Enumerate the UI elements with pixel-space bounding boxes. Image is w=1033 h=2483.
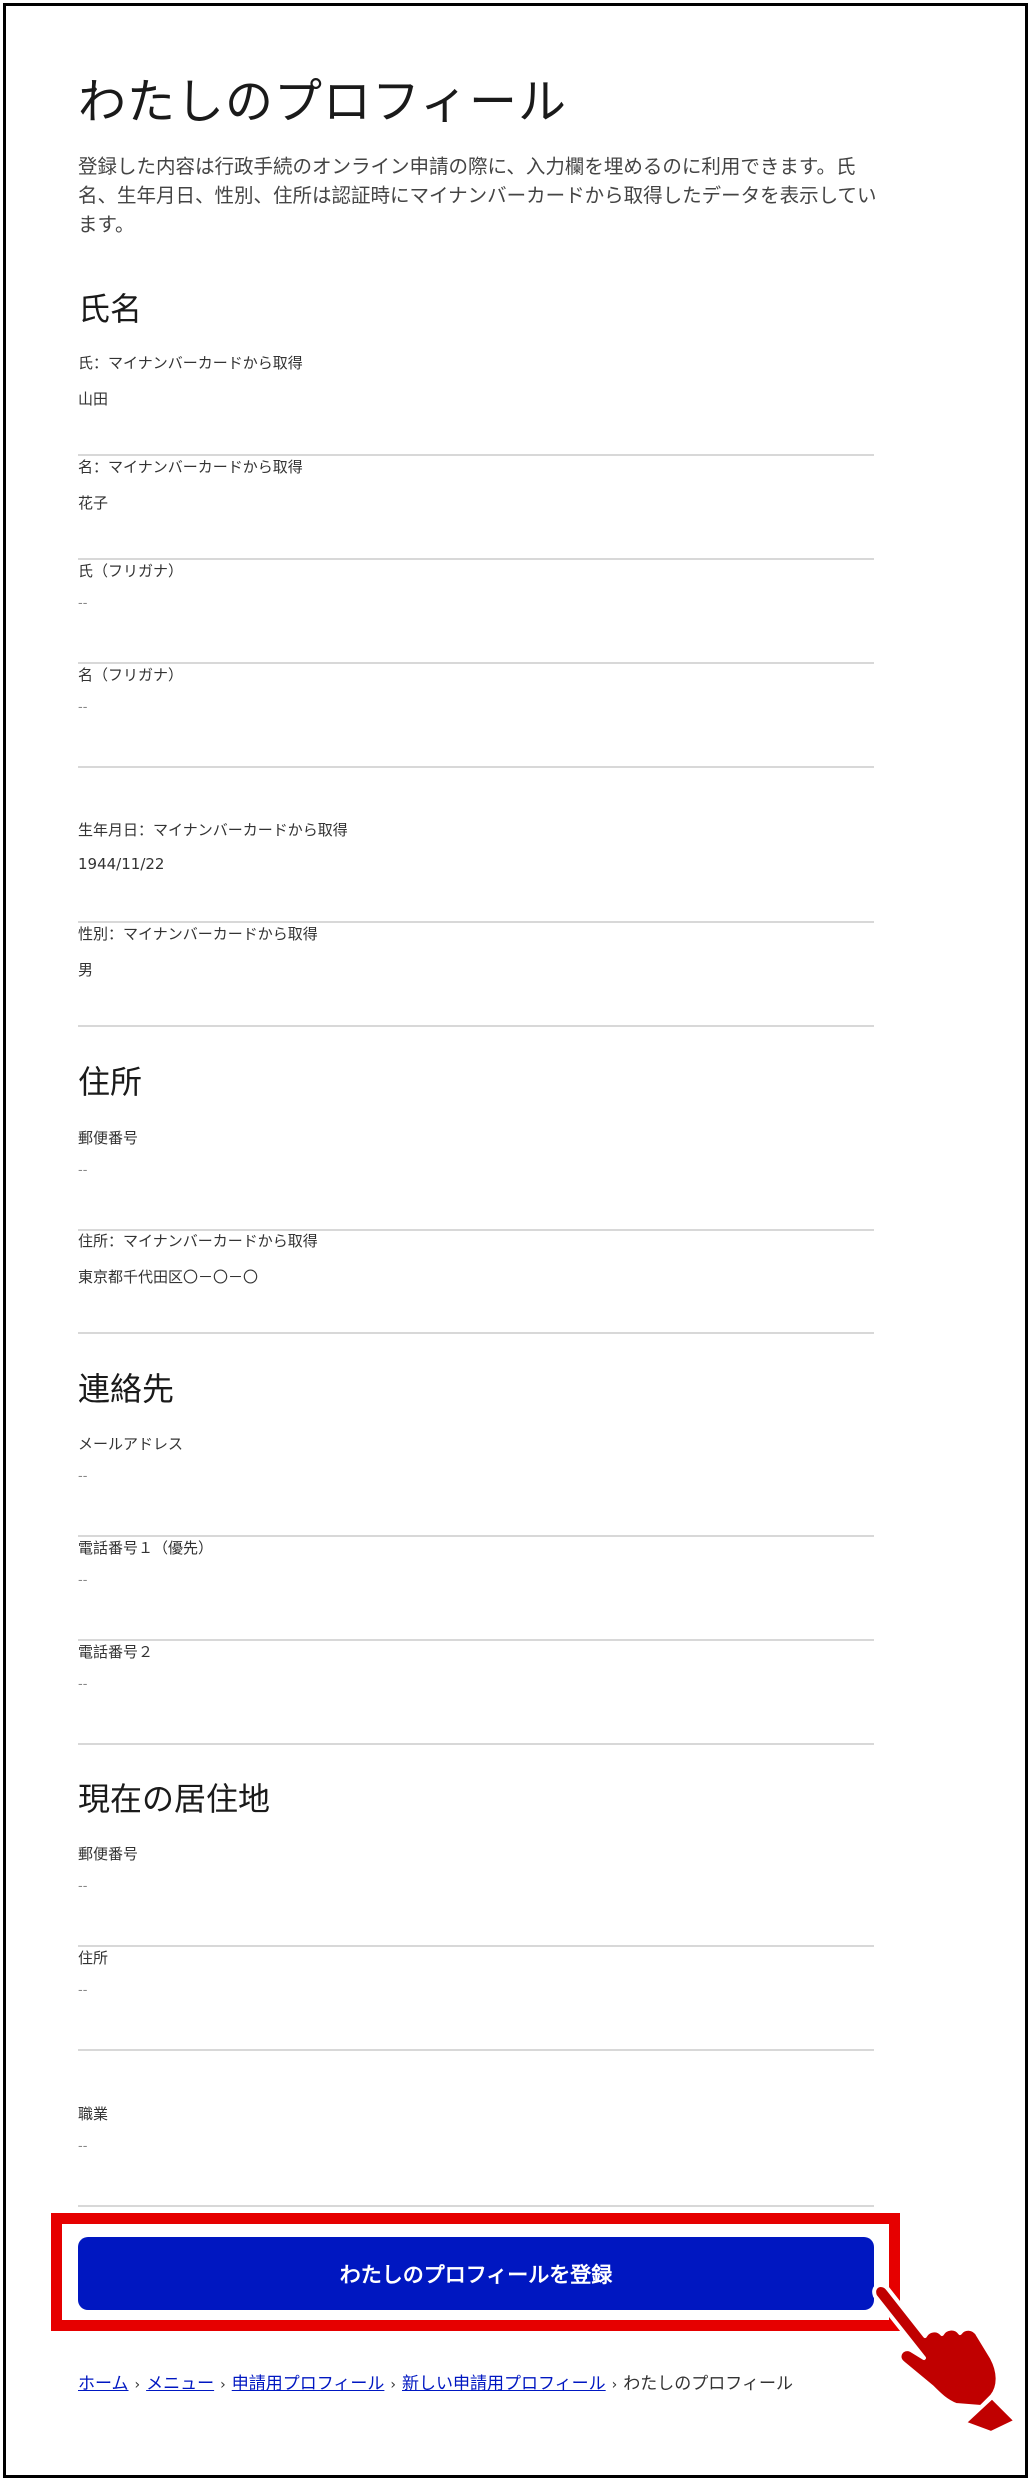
field-phone-2: 電話番号２ -- bbox=[78, 1641, 874, 1745]
field-value: 山田 bbox=[78, 390, 109, 408]
field-occupation: 職業 -- bbox=[78, 2103, 874, 2207]
field-first-name: 名：マイナンバーカードから取得 花子 bbox=[78, 456, 874, 560]
section-title-name: 氏名 bbox=[78, 290, 143, 328]
field-value: -- bbox=[78, 1879, 88, 1894]
breadcrumb-separator: › bbox=[134, 2377, 141, 2393]
field-label: 郵便番号 bbox=[78, 1845, 139, 1863]
field-last-name: 氏：マイナンバーカードから取得 山田 bbox=[78, 352, 874, 456]
field-value: 東京都千代田区〇－〇－〇 bbox=[78, 1268, 259, 1286]
field-label: 氏（フリガナ） bbox=[78, 562, 184, 580]
page-title: わたしのプロフィール bbox=[78, 74, 568, 130]
field-label: 氏：マイナンバーカードから取得 bbox=[78, 354, 303, 372]
field-value: 男 bbox=[78, 961, 94, 979]
field-value: -- bbox=[78, 700, 88, 715]
field-value: -- bbox=[78, 1573, 88, 1588]
section-title-contact: 連絡先 bbox=[78, 1370, 175, 1408]
breadcrumb-menu-link[interactable]: メニュー bbox=[146, 2374, 214, 2394]
field-label: 職業 bbox=[78, 2105, 109, 2123]
field-residence-postal-code: 郵便番号 -- bbox=[78, 1843, 874, 1947]
breadcrumb-application-profile-link[interactable]: 申請用プロフィール bbox=[232, 2374, 385, 2394]
field-label: 電話番号１（優先） bbox=[78, 1539, 214, 1557]
breadcrumb-separator: › bbox=[611, 2377, 618, 2393]
field-label: 性別：マイナンバーカードから取得 bbox=[78, 925, 318, 943]
field-value: -- bbox=[78, 1677, 88, 1692]
field-label: 名（フリガナ） bbox=[78, 666, 184, 684]
field-value: -- bbox=[78, 2139, 88, 2154]
field-gender: 性別：マイナンバーカードから取得 男 bbox=[78, 923, 874, 1027]
breadcrumb-current: わたしのプロフィール bbox=[623, 2374, 793, 2394]
field-label: メールアドレス bbox=[78, 1435, 184, 1453]
field-label: 電話番号２ bbox=[78, 1643, 154, 1661]
breadcrumb-new-application-profile-link[interactable]: 新しい申請用プロフィール bbox=[402, 2374, 606, 2394]
breadcrumb-separator: › bbox=[220, 2377, 226, 2393]
field-address: 住所：マイナンバーカードから取得 東京都千代田区〇－〇－〇 bbox=[78, 1230, 874, 1334]
field-value: 花子 bbox=[78, 494, 109, 512]
field-value: -- bbox=[78, 596, 88, 611]
field-label: 住所 bbox=[78, 1949, 109, 1967]
field-last-name-kana: 氏（フリガナ） -- bbox=[78, 560, 874, 664]
field-value: -- bbox=[78, 1469, 88, 1484]
register-profile-button[interactable]: わたしのプロフィールを登録 bbox=[78, 2237, 874, 2310]
field-value: -- bbox=[78, 1983, 88, 1998]
field-email: メールアドレス -- bbox=[78, 1433, 874, 1537]
pointing-hand-icon bbox=[872, 2283, 1018, 2433]
field-residence-address: 住所 -- bbox=[78, 1947, 874, 2051]
breadcrumb: ホーム › メニュー › 申請用プロフィール › 新しい申請用プロフィール › わたしのプロフィ… bbox=[78, 2369, 793, 2394]
section-title-residence: 現在の居住地 bbox=[78, 1780, 271, 1818]
field-label: 生年月日：マイナンバーカードから取得 bbox=[78, 821, 348, 839]
field-label: 住所：マイナンバーカードから取得 bbox=[78, 1232, 318, 1250]
field-birthdate: 生年月日：マイナンバーカードから取得 1944/11/22 bbox=[78, 819, 874, 923]
field-value: 1944/11/22 bbox=[78, 855, 165, 873]
breadcrumb-separator: › bbox=[390, 2377, 396, 2393]
section-title-address: 住所 bbox=[78, 1063, 143, 1101]
page-description: 登録した内容は行政手続のオンライン申請の際に、入力欄を埋めるのに利用できます。氏… bbox=[78, 155, 877, 236]
field-postal-code: 郵便番号 -- bbox=[78, 1127, 874, 1231]
breadcrumb-home-link[interactable]: ホーム bbox=[78, 2374, 129, 2394]
field-first-name-kana: 名（フリガナ） -- bbox=[78, 664, 874, 768]
field-value: -- bbox=[78, 1163, 88, 1178]
field-label: 郵便番号 bbox=[78, 1129, 139, 1147]
field-phone-1: 電話番号１（優先） -- bbox=[78, 1537, 874, 1641]
field-label: 名：マイナンバーカードから取得 bbox=[78, 458, 303, 476]
